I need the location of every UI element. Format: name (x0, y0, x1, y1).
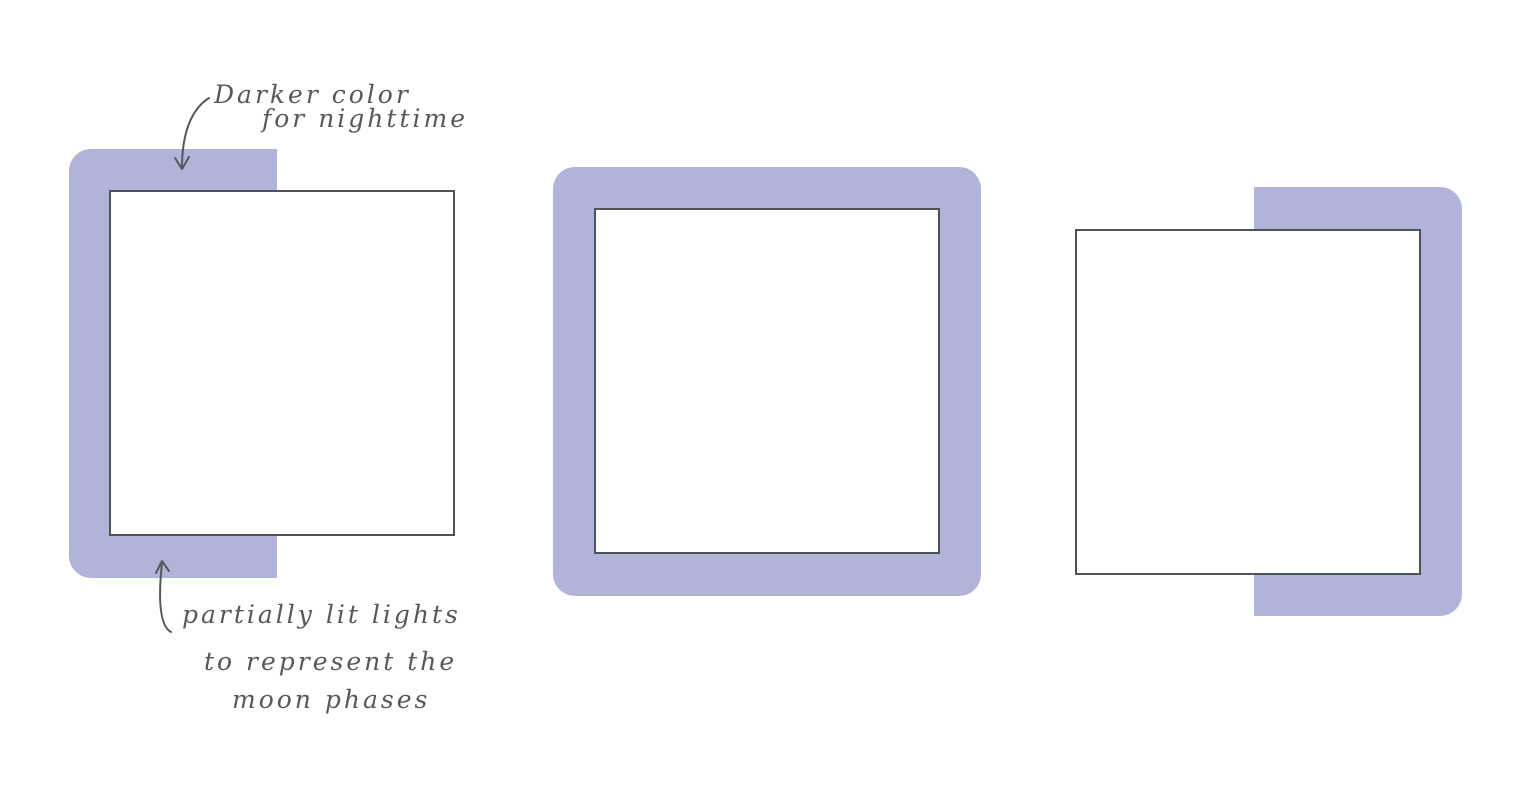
moon-phases-arrow (159, 562, 172, 633)
annotation-arrows (155, 97, 210, 633)
night-color-arrow (181, 97, 210, 169)
